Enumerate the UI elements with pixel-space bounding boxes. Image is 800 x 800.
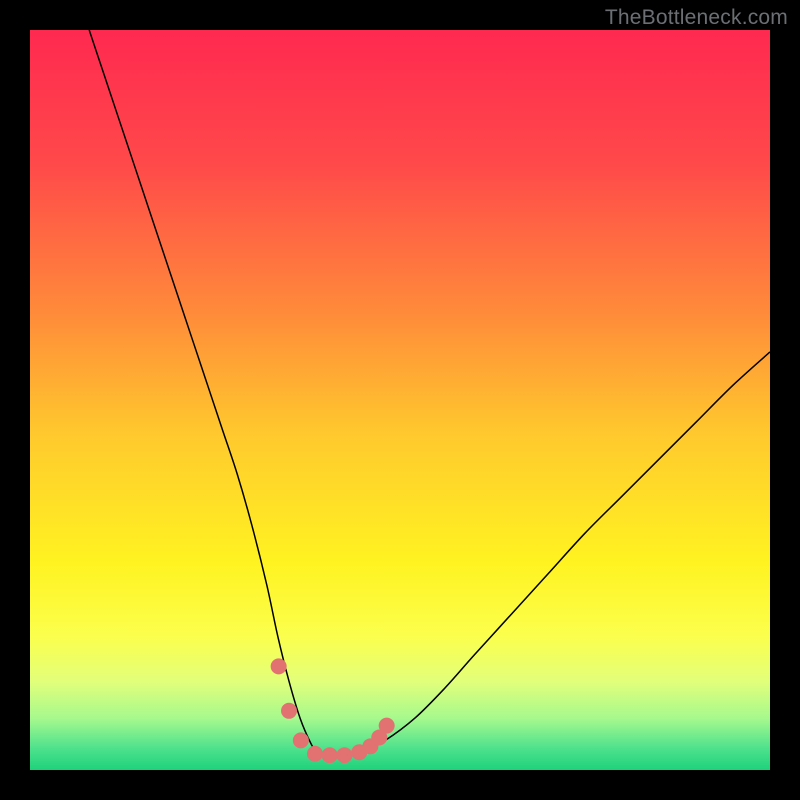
highlight-dot <box>293 732 309 748</box>
highlight-dot <box>271 658 287 674</box>
gradient-background <box>30 30 770 770</box>
highlight-dot <box>337 747 353 763</box>
highlight-dot <box>322 747 338 763</box>
watermark-label: TheBottleneck.com <box>605 6 788 30</box>
highlight-dot <box>281 703 297 719</box>
highlight-dot <box>307 746 323 762</box>
highlight-dot <box>379 718 395 734</box>
plot-area <box>30 30 770 770</box>
bottleneck-chart <box>30 30 770 770</box>
chart-frame: TheBottleneck.com <box>0 0 800 800</box>
